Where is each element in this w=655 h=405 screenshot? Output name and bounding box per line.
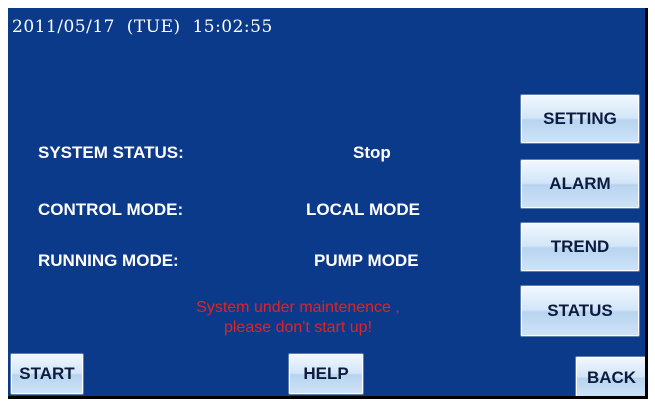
running-mode-value: PUMP MODE <box>314 251 419 270</box>
running-mode-label: RUNNING MODE: <box>38 251 179 270</box>
setting-button[interactable]: SETTING <box>520 94 640 144</box>
trend-button[interactable]: TREND <box>520 222 640 272</box>
maintenance-warning-line-1: System under maintenence , <box>196 299 400 316</box>
start-button[interactable]: START <box>10 353 84 395</box>
control-mode-label: CONTROL MODE: <box>38 200 184 219</box>
maintenance-warning: System under maintenence , please don't … <box>148 298 448 338</box>
alarm-button[interactable]: ALARM <box>520 159 640 209</box>
help-button[interactable]: HELP <box>288 353 364 395</box>
datetime-display: 2011/05/17 (TUE) 15:02:55 <box>12 17 273 37</box>
system-status-value: Stop <box>353 143 391 162</box>
system-status-label: SYSTEM STATUS: <box>38 143 184 162</box>
back-button[interactable]: BACK <box>575 356 645 396</box>
hmi-screen: 2011/05/17 (TUE) 15:02:55 SYSTEM STATUS:… <box>8 8 648 399</box>
status-button[interactable]: STATUS <box>520 285 640 337</box>
control-mode-value: LOCAL MODE <box>306 200 420 219</box>
maintenance-warning-line-2: please don't start up! <box>223 319 373 336</box>
